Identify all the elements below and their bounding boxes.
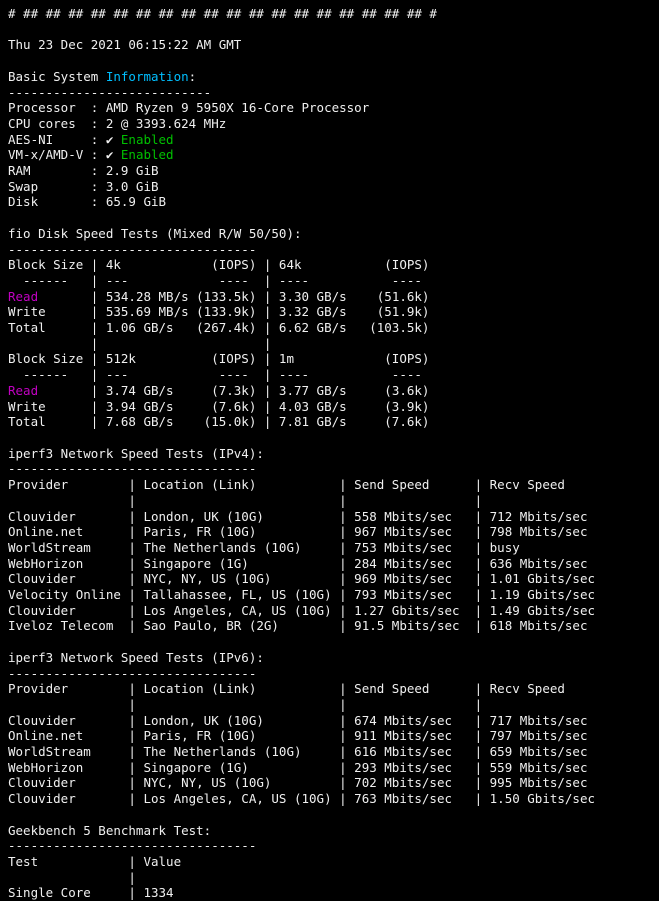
fio-header: Block Size | 512k (IOPS) | 1m (IOPS) bbox=[8, 351, 429, 366]
checkmark-icon: ✔ bbox=[106, 147, 121, 162]
colon: : bbox=[189, 69, 197, 84]
gb-gap: | bbox=[8, 870, 369, 885]
fio-title: fio Disk Speed Tests (Mixed R/W 50/50): bbox=[8, 226, 302, 241]
sys-vm-label: VM-x/AMD-V : bbox=[8, 147, 106, 162]
sys-cores: CPU cores : 2 @ 3393.624 MHz bbox=[8, 116, 226, 131]
fio-write-512k: Write | 3.94 GB/s (7.6k) | 4.03 GB/s (3.… bbox=[8, 399, 429, 414]
ipv4-row: Clouvider | London, UK (10G) | 558 Mbits… bbox=[8, 509, 603, 524]
ipv6-title: iperf3 Network Speed Tests (IPv6): bbox=[8, 650, 264, 665]
timestamp: Thu 23 Dec 2021 06:15:22 AM GMT bbox=[8, 37, 241, 52]
ipv4-row: Clouvider | NYC, NY, US (10G) | 969 Mbit… bbox=[8, 571, 603, 586]
information-word: Information bbox=[106, 69, 189, 84]
ipv6-row: WebHorizon | Singapore (1G) | 293 Mbits/… bbox=[8, 760, 603, 775]
net-gap: | | | bbox=[8, 493, 603, 508]
ipv4-row: Online.net | Paris, FR (10G) | 967 Mbits… bbox=[8, 524, 603, 539]
fio-write-4k: Write | 535.69 MB/s (133.9k) | 3.32 GB/s… bbox=[8, 304, 429, 319]
fio-total-512k: Total | 7.68 GB/s (15.0k) | 7.81 GB/s (7… bbox=[8, 414, 429, 429]
geekbench-title: Geekbench 5 Benchmark Test: bbox=[8, 823, 211, 838]
divider: --------------------------- bbox=[8, 85, 211, 100]
net-header: Provider | Location (Link) | Send Speed … bbox=[8, 477, 603, 492]
fio-header: Block Size | 4k (IOPS) | 64k (IOPS) bbox=[8, 257, 429, 272]
terminal-output: # ## ## ## ## ## ## ## ## ## ## ## ## ##… bbox=[0, 0, 659, 901]
gb-header: Test | Value bbox=[8, 854, 369, 869]
ipv6-row: WorldStream | The Netherlands (10G) | 61… bbox=[8, 744, 603, 759]
ipv6-row: Clouvider | Los Angeles, CA, US (10G) | … bbox=[8, 791, 603, 806]
ipv6-row: Clouvider | NYC, NY, US (10G) | 702 Mbit… bbox=[8, 775, 603, 790]
fio-underline: ------ | --- ---- | ---- ---- bbox=[8, 273, 429, 288]
sys-disk: Disk : 65.9 GiB bbox=[8, 194, 166, 209]
fio-read-label: Read bbox=[8, 289, 38, 304]
fio-total-4k: Total | 1.06 GB/s (267.4k) | 6.62 GB/s (… bbox=[8, 320, 429, 335]
basic-system-label: Basic System bbox=[8, 69, 106, 84]
ipv4-row: WorldStream | The Netherlands (10G) | 75… bbox=[8, 540, 603, 555]
net-header: Provider | Location (Link) | Send Speed … bbox=[8, 681, 603, 696]
ipv4-row: WebHorizon | Singapore (1G) | 284 Mbits/… bbox=[8, 556, 603, 571]
divider: --------------------------------- bbox=[8, 461, 256, 476]
hash-row: # ## ## ## ## ## ## ## ## ## ## ## ## ##… bbox=[8, 6, 437, 21]
divider: --------------------------------- bbox=[8, 838, 256, 853]
sys-processor: Processor : AMD Ryzen 9 5950X 16-Core Pr… bbox=[8, 100, 369, 115]
fio-gap: | | bbox=[8, 336, 429, 351]
ipv6-row: Clouvider | London, UK (10G) | 674 Mbits… bbox=[8, 713, 603, 728]
divider: --------------------------------- bbox=[8, 666, 256, 681]
fio-read-label: Read bbox=[8, 383, 38, 398]
sys-aes-label: AES-NI : bbox=[8, 132, 106, 147]
fio-underline: ------ | --- ---- | ---- ---- bbox=[8, 367, 429, 382]
net-gap: | | | bbox=[8, 697, 603, 712]
ipv4-row: Velocity Online | Tallahassee, FL, US (1… bbox=[8, 587, 603, 602]
sys-swap: Swap : 3.0 GiB bbox=[8, 179, 159, 194]
fio-read-512k: | 3.74 GB/s (7.3k) | 3.77 GB/s (3.6k) bbox=[38, 383, 429, 398]
checkmark-icon: ✔ bbox=[106, 132, 121, 147]
enabled-status: Enabled bbox=[121, 147, 174, 162]
fio-read-4k: | 534.28 MB/s (133.5k) | 3.30 GB/s (51.6… bbox=[38, 289, 429, 304]
ipv6-row: Online.net | Paris, FR (10G) | 911 Mbits… bbox=[8, 728, 603, 743]
gb-single-core: Single Core | 1334 bbox=[8, 885, 369, 900]
ipv4-title: iperf3 Network Speed Tests (IPv4): bbox=[8, 446, 264, 461]
enabled-status: Enabled bbox=[121, 132, 174, 147]
divider: --------------------------------- bbox=[8, 242, 256, 257]
sys-ram: RAM : 2.9 GiB bbox=[8, 163, 159, 178]
ipv4-row: Iveloz Telecom | Sao Paulo, BR (2G) | 91… bbox=[8, 618, 603, 633]
ipv4-row: Clouvider | Los Angeles, CA, US (10G) | … bbox=[8, 603, 603, 618]
